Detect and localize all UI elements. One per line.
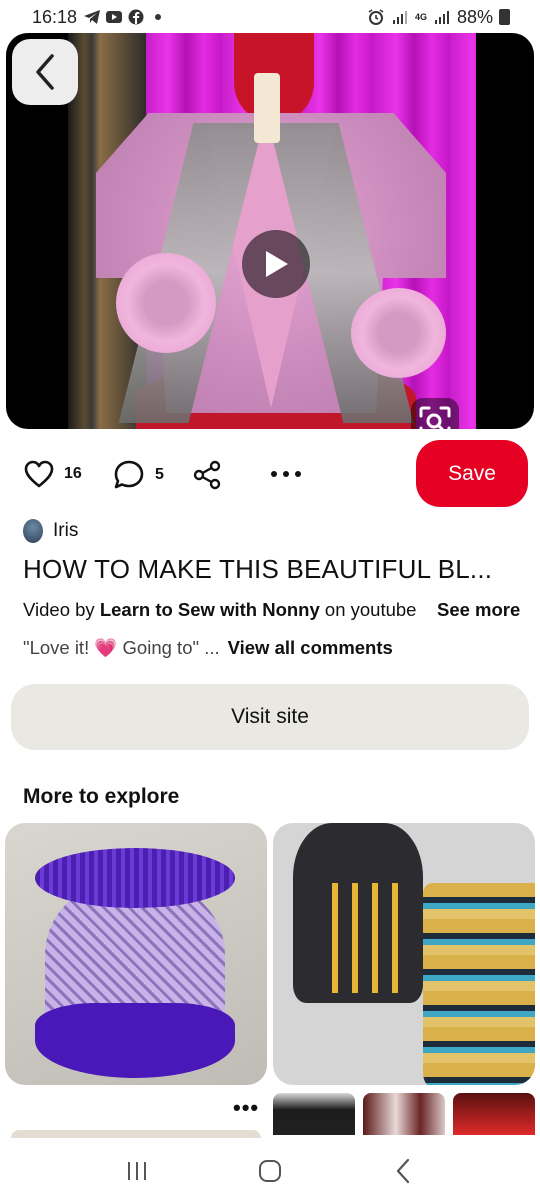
visual-search-button[interactable] bbox=[411, 398, 459, 429]
ankara-peplum-inserts bbox=[318, 883, 408, 993]
like-count: 16 bbox=[64, 465, 82, 482]
ankara-pencil-skirt bbox=[423, 883, 535, 1085]
comment-count: 5 bbox=[155, 465, 164, 483]
recent-apps-icon bbox=[127, 1162, 146, 1180]
status-bar: 16:18 4G 88% bbox=[0, 0, 540, 34]
pin-video[interactable] bbox=[6, 33, 534, 429]
more-icon bbox=[271, 471, 301, 477]
battery-icon bbox=[499, 9, 510, 25]
explore-thumbnail[interactable] bbox=[273, 1093, 355, 1135]
source-line: Video by Learn to Sew with Nonny on yout… bbox=[23, 599, 423, 621]
pleated-collar bbox=[35, 848, 235, 908]
battery-percent: 88% bbox=[456, 6, 493, 27]
page-title: HOW TO MAKE THIS BEAUTIFUL BL... bbox=[23, 554, 493, 584]
like-action[interactable]: 16 bbox=[24, 460, 82, 488]
save-button[interactable]: Save bbox=[416, 440, 528, 507]
explore-thumbnail[interactable] bbox=[453, 1093, 535, 1135]
sleeve-right bbox=[351, 288, 446, 378]
comment-icon bbox=[114, 460, 144, 489]
home-button[interactable] bbox=[245, 1151, 295, 1191]
share-button[interactable] bbox=[192, 460, 222, 490]
heart-emoji: 💗 bbox=[94, 637, 118, 658]
source-prefix: Video by bbox=[23, 599, 100, 620]
notification-icons bbox=[83, 9, 162, 25]
signal-icon bbox=[434, 11, 449, 24]
clock: 16:18 bbox=[32, 6, 78, 27]
notification-dot bbox=[155, 14, 162, 20]
comment-text-b: Going to" ... bbox=[117, 637, 220, 658]
back-icon bbox=[397, 1158, 410, 1184]
status-left: 16:18 bbox=[32, 6, 162, 28]
see-more-link[interactable]: See more bbox=[431, 599, 521, 621]
source-suffix: on youtube bbox=[319, 599, 417, 620]
recent-apps-button[interactable] bbox=[112, 1151, 162, 1191]
network-type: 4G bbox=[414, 11, 427, 22]
heart-icon bbox=[24, 460, 54, 488]
mannequin-tag bbox=[254, 73, 280, 143]
alarm-icon bbox=[368, 9, 384, 25]
explore-pin[interactable] bbox=[5, 823, 267, 1085]
explore-pin-peek[interactable] bbox=[11, 1130, 261, 1138]
play-button[interactable] bbox=[242, 230, 310, 298]
source-name[interactable]: Learn to Sew with Nonny bbox=[100, 599, 320, 620]
home-icon bbox=[258, 1160, 281, 1182]
chevron-left-icon bbox=[36, 54, 54, 90]
visual-search-icon bbox=[419, 406, 451, 429]
play-icon bbox=[266, 251, 288, 277]
facebook-icon bbox=[128, 9, 144, 25]
share-icon bbox=[193, 460, 221, 490]
signal-icon bbox=[392, 11, 407, 24]
youtube-icon bbox=[106, 11, 123, 23]
comment-text-a: "Love it! bbox=[23, 637, 95, 658]
telegram-icon bbox=[84, 10, 101, 24]
view-all-comments-link[interactable]: View all comments bbox=[228, 637, 393, 658]
comment-preview[interactable]: "Love it! 💗 Going to" ... View all commen… bbox=[23, 637, 393, 659]
system-back-button[interactable] bbox=[378, 1151, 428, 1191]
sleeve-left bbox=[116, 253, 216, 353]
back-button[interactable] bbox=[12, 39, 78, 105]
pin-actions: 16 5 Save bbox=[0, 440, 540, 508]
comment-action[interactable]: 5 bbox=[113, 459, 164, 490]
explore-heading: More to explore bbox=[23, 785, 180, 808]
peplum bbox=[35, 1003, 235, 1078]
explore-thumbnail[interactable] bbox=[363, 1093, 445, 1135]
pin-more-options[interactable]: ••• bbox=[233, 1095, 259, 1121]
pin-author[interactable]: Iris bbox=[23, 519, 78, 543]
system-nav-bar bbox=[0, 1138, 540, 1204]
more-options-button[interactable] bbox=[268, 462, 304, 486]
avatar bbox=[23, 519, 43, 543]
visit-site-button[interactable]: Visit site bbox=[11, 684, 529, 750]
author-name: Iris bbox=[53, 520, 79, 541]
explore-pin[interactable] bbox=[273, 823, 535, 1085]
status-right: 4G 88% bbox=[367, 7, 510, 28]
